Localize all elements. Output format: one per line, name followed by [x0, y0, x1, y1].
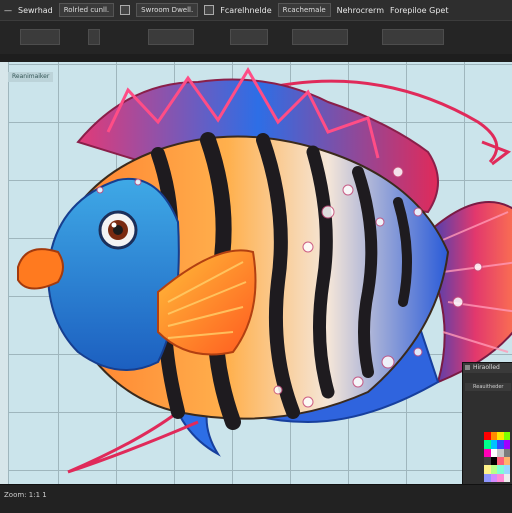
panel-header[interactable]: Hiraolled — [463, 363, 512, 373]
status-bar: Zoom: 1:1 1 — [0, 484, 512, 513]
options-control-2[interactable] — [88, 29, 100, 45]
options-control-5[interactable] — [292, 29, 348, 45]
options-control-3[interactable] — [148, 29, 194, 45]
palette-swatch[interactable] — [503, 440, 510, 449]
options-control-6[interactable] — [382, 29, 444, 45]
menu-item-2[interactable]: Sewrhad — [18, 6, 53, 15]
palette-swatch[interactable] — [503, 432, 510, 441]
document-tab-strip[interactable] — [0, 54, 512, 62]
menu-checkbox[interactable] — [120, 5, 131, 15]
color-palette[interactable] — [484, 432, 510, 482]
palette-swatch[interactable] — [503, 473, 510, 482]
menu-field-1[interactable]: Rolrled cunll. — [58, 3, 115, 17]
options-control-1[interactable] — [20, 29, 60, 45]
panel-subtitle: Reauitheder — [465, 383, 511, 391]
palette-swatch[interactable] — [503, 465, 510, 474]
status-text: Zoom: 1:1 1 — [4, 491, 47, 499]
menu-checkbox-2[interactable] — [204, 5, 215, 15]
menu-field-2[interactable]: Swroom Dwell. — [136, 3, 199, 17]
palette-swatch[interactable] — [503, 448, 510, 457]
options-bar — [0, 20, 512, 56]
menu-item-1[interactable]: — — [4, 6, 12, 15]
palette-swatch[interactable] — [503, 456, 510, 466]
options-control-4[interactable] — [230, 29, 268, 45]
menu-bar: — Sewrhad Rolrled cunll. Swroom Dwell. F… — [0, 0, 512, 20]
panel-icon — [465, 365, 470, 370]
panel-title: Hiraolled — [473, 364, 500, 371]
menu-item-3[interactable]: Fcarelhnelde — [220, 6, 271, 15]
menu-item-5[interactable]: Forepiloe Gpet — [390, 6, 448, 15]
fish-artwork — [17, 67, 512, 474]
menu-item-4[interactable]: Nehrocrerm — [337, 6, 384, 15]
menu-field-3[interactable]: Rcachemale — [277, 3, 331, 17]
